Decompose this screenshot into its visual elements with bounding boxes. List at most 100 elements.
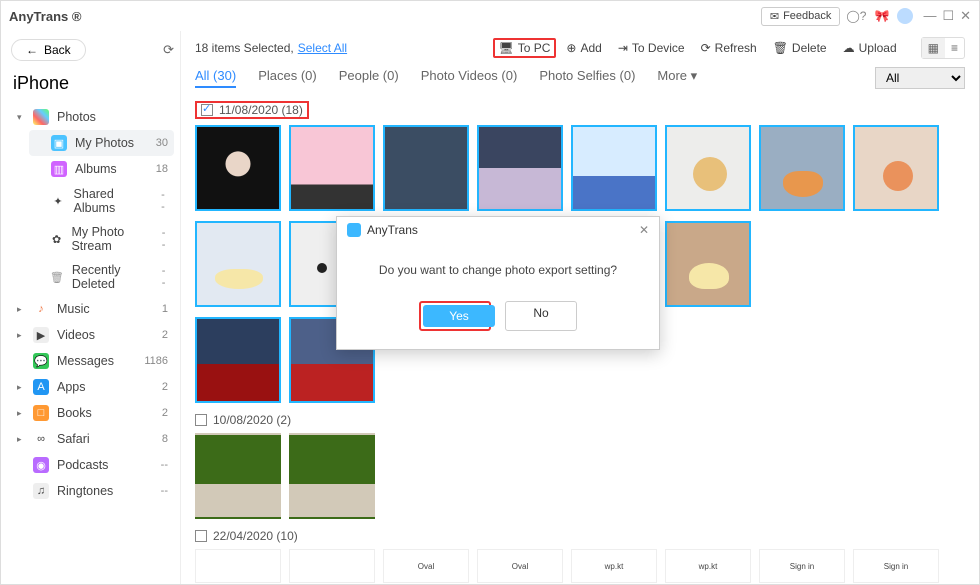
photo-thumbnail[interactable]	[195, 549, 281, 583]
sidebar-item-count: --	[161, 485, 168, 497]
photo-thumbnail[interactable]	[195, 125, 281, 211]
sidebar-item-label: Photos	[57, 110, 96, 124]
list-view-icon[interactable]: ≡	[945, 38, 964, 58]
photo-thumbnail[interactable]: Oval	[477, 549, 563, 583]
tab-people[interactable]: People (0)	[339, 68, 399, 88]
to-device-button[interactable]: ⇥To Device	[612, 38, 691, 58]
sidebar-item-recently-deleted[interactable]: 🗑Recently Deleted--	[29, 258, 174, 296]
back-button[interactable]: ← Back	[11, 39, 86, 61]
caret-icon: ▾	[17, 112, 25, 123]
close-icon[interactable]: ✕	[960, 8, 971, 24]
tab-places[interactable]: Places (0)	[258, 68, 317, 88]
photo-thumbnail[interactable]	[477, 125, 563, 211]
photo-thumbnail[interactable]	[665, 125, 751, 211]
sidebar-item-music[interactable]: ▸♪Music1	[11, 296, 174, 322]
sidebar-item-count: 2	[162, 329, 168, 341]
apps-icon: A	[33, 379, 49, 395]
photo-thumbnail[interactable]: wp.kt	[571, 549, 657, 583]
sidebar-item-my-photos[interactable]: ▣My Photos30	[29, 130, 174, 156]
group-checkbox[interactable]	[195, 530, 207, 542]
dialog-yes-button[interactable]: Yes	[423, 305, 495, 327]
dialog-message: Do you want to change photo export setti…	[337, 243, 659, 301]
photo-thumbnail[interactable]: Sign in	[759, 549, 845, 583]
photo-thumbnail[interactable]: Sign in	[853, 549, 939, 583]
sidebar-item-books[interactable]: ▸□Books2	[11, 400, 174, 426]
category-tabs: All (30) Places (0) People (0) Photo Videos…	[181, 61, 979, 95]
refresh-label: Refresh	[715, 41, 757, 55]
grid-view-icon[interactable]: ▦	[922, 38, 945, 58]
sidebar-item-apps[interactable]: ▸AApps2	[11, 374, 174, 400]
trash-icon: 🗑	[773, 41, 788, 55]
date-group-header[interactable]: 10/08/2020 (2)	[195, 413, 965, 427]
delete-button[interactable]: 🗑Delete	[767, 38, 833, 58]
selection-count: 18 items Selected,	[195, 41, 294, 55]
date-group-header[interactable]: 11/08/2020 (18)	[195, 101, 309, 119]
messages-icon: 💬	[33, 353, 49, 369]
sidebar-item-shared-albums[interactable]: ✦Shared Albums--	[29, 182, 174, 220]
sidebar-item-count: 8	[162, 433, 168, 445]
avatar-icon[interactable]	[897, 8, 913, 24]
help-icon[interactable]: ◯?	[846, 9, 866, 23]
caret-icon: ▸	[17, 304, 25, 315]
add-button[interactable]: ⊕Add	[560, 38, 607, 58]
sidebar-item-podcasts[interactable]: ◉Podcasts--	[11, 452, 174, 478]
recently-deleted-icon: 🗑	[50, 269, 64, 285]
tab-photo[interactable]: Photo Videos (0)	[421, 68, 518, 88]
books-icon: □	[33, 405, 49, 421]
select-all-link[interactable]: Select All	[298, 41, 347, 55]
photo-thumbnail[interactable]: Oval	[383, 549, 469, 583]
group-checkbox[interactable]	[201, 104, 213, 116]
photo-thumbnail[interactable]	[195, 433, 281, 519]
sidebar-item-photos[interactable]: ▾ Photos	[11, 104, 174, 130]
sidebar-item-safari[interactable]: ▸∞Safari8	[11, 426, 174, 452]
dialog-close-icon[interactable]: ✕	[639, 223, 649, 237]
photo-thumbnail[interactable]	[289, 549, 375, 583]
photo-thumbnail[interactable]	[195, 317, 281, 403]
sidebar-item-count: --	[161, 189, 168, 213]
upload-label: Upload	[859, 41, 897, 55]
photo-thumbnail[interactable]	[195, 221, 281, 307]
refresh-button[interactable]: ⟳Refresh	[695, 38, 763, 58]
group-date: 11/08/2020 (18)	[219, 103, 303, 117]
to-pc-button[interactable]: 🖥To PC	[493, 38, 557, 58]
feedback-button[interactable]: ✉ Feedback	[761, 7, 841, 26]
maximize-icon[interactable]: ☐	[942, 8, 954, 24]
sidebar-item-label: My Photos	[75, 136, 134, 150]
sidebar-item-albums[interactable]: ▥Albums18	[29, 156, 174, 182]
tab-all[interactable]: All (30)	[195, 68, 236, 88]
monitor-icon: 🖥	[499, 41, 514, 55]
view-toggle: ▦ ≡	[921, 37, 965, 59]
tab-photo[interactable]: Photo Selfies (0)	[539, 68, 635, 88]
dialog-no-button[interactable]: No	[505, 301, 577, 331]
filter-dropdown[interactable]: All	[875, 67, 965, 89]
photo-thumbnail[interactable]	[665, 221, 751, 307]
my-photos-icon: ▣	[51, 135, 67, 151]
photo-thumbnail[interactable]	[289, 125, 375, 211]
sidebar-refresh-icon[interactable]: ⟳	[163, 42, 174, 58]
sidebar-item-messages[interactable]: 💬Messages1186	[11, 348, 174, 374]
photo-thumbnail[interactable]	[383, 125, 469, 211]
photo-thumbnail[interactable]: wp.kt	[665, 549, 751, 583]
photo-thumbnail[interactable]	[853, 125, 939, 211]
filter-select[interactable]: All	[875, 67, 965, 89]
photo-thumbnail[interactable]	[289, 433, 375, 519]
sidebar-item-count: 2	[162, 381, 168, 393]
sidebar-item-ringtones[interactable]: ♫Ringtones--	[11, 478, 174, 504]
tab-more[interactable]: More ▾	[657, 68, 697, 88]
feedback-label: Feedback	[783, 10, 831, 22]
arrow-left-icon: ←	[26, 43, 38, 57]
sidebar-item-label: Recently Deleted	[72, 263, 154, 291]
gift-icon[interactable]: 🎀	[874, 9, 889, 23]
photo-thumbnail[interactable]	[759, 125, 845, 211]
sidebar-item-photo-stream[interactable]: ✿My Photo Stream--	[29, 220, 174, 258]
caret-icon: ▸	[17, 382, 25, 393]
app-title: AnyTrans ®	[9, 9, 761, 24]
upload-button[interactable]: ☁Upload	[837, 38, 903, 58]
photo-thumbnail[interactable]	[571, 125, 657, 211]
date-group-header[interactable]: 22/04/2020 (10)	[195, 529, 965, 543]
caret-icon: ▸	[17, 408, 25, 419]
sidebar-item-label: Shared Albums	[74, 187, 154, 215]
sidebar-item-videos[interactable]: ▸▶Videos2	[11, 322, 174, 348]
group-checkbox[interactable]	[195, 414, 207, 426]
minimize-icon[interactable]: —	[923, 8, 936, 24]
